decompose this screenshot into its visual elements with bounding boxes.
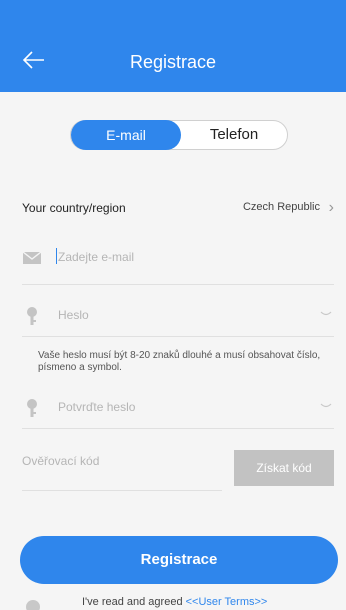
country-selector[interactable]: Your country/region Czech Republic ›	[0, 190, 346, 226]
password-field[interactable]: Heslo	[0, 298, 346, 334]
country-label: Your country/region	[22, 201, 126, 215]
envelope-icon	[22, 251, 42, 264]
divider	[22, 336, 334, 337]
country-value: Czech Republic	[242, 201, 320, 213]
eye-closed-icon[interactable]	[320, 310, 332, 318]
divider	[22, 490, 222, 491]
key-icon	[27, 399, 37, 417]
register-button[interactable]: Registrace	[20, 536, 338, 584]
text-cursor	[56, 248, 57, 264]
password-hint: Vaše heslo musí být 8-20 znaků dlouhé a …	[38, 350, 321, 373]
user-terms-link[interactable]: <<User Terms>>	[186, 596, 268, 608]
email-field[interactable]: Zadejte e-mail	[0, 240, 346, 276]
tab-phone[interactable]: Telefon	[181, 121, 287, 149]
terms-row: I've read and agreed <<User Terms>>	[0, 594, 346, 610]
email-placeholder: Zadejte e-mail	[58, 250, 135, 264]
password-placeholder: Heslo	[58, 308, 89, 322]
divider	[22, 284, 334, 285]
page-title: Registrace	[129, 52, 217, 72]
terms-checkbox[interactable]	[26, 600, 40, 610]
confirm-password-placeholder: Potvrďte heslo	[58, 400, 136, 414]
divider	[22, 428, 334, 429]
key-icon	[27, 307, 37, 325]
get-code-button[interactable]: Získat kód	[234, 450, 334, 486]
chevron-right-icon: ›	[328, 199, 334, 216]
tab-email[interactable]: E-mail	[71, 120, 181, 150]
terms-text: I've read and agreed <<User Terms>>	[82, 596, 267, 608]
verification-code-input[interactable]: Ověřovací kód	[22, 454, 99, 468]
tab-switcher: E-mail Telefon	[70, 120, 288, 150]
eye-closed-icon[interactable]	[320, 402, 332, 410]
app-header: Registrace	[0, 0, 346, 92]
terms-prefix: I've read and agreed	[82, 596, 186, 608]
confirm-password-field[interactable]: Potvrďte heslo	[0, 390, 346, 426]
